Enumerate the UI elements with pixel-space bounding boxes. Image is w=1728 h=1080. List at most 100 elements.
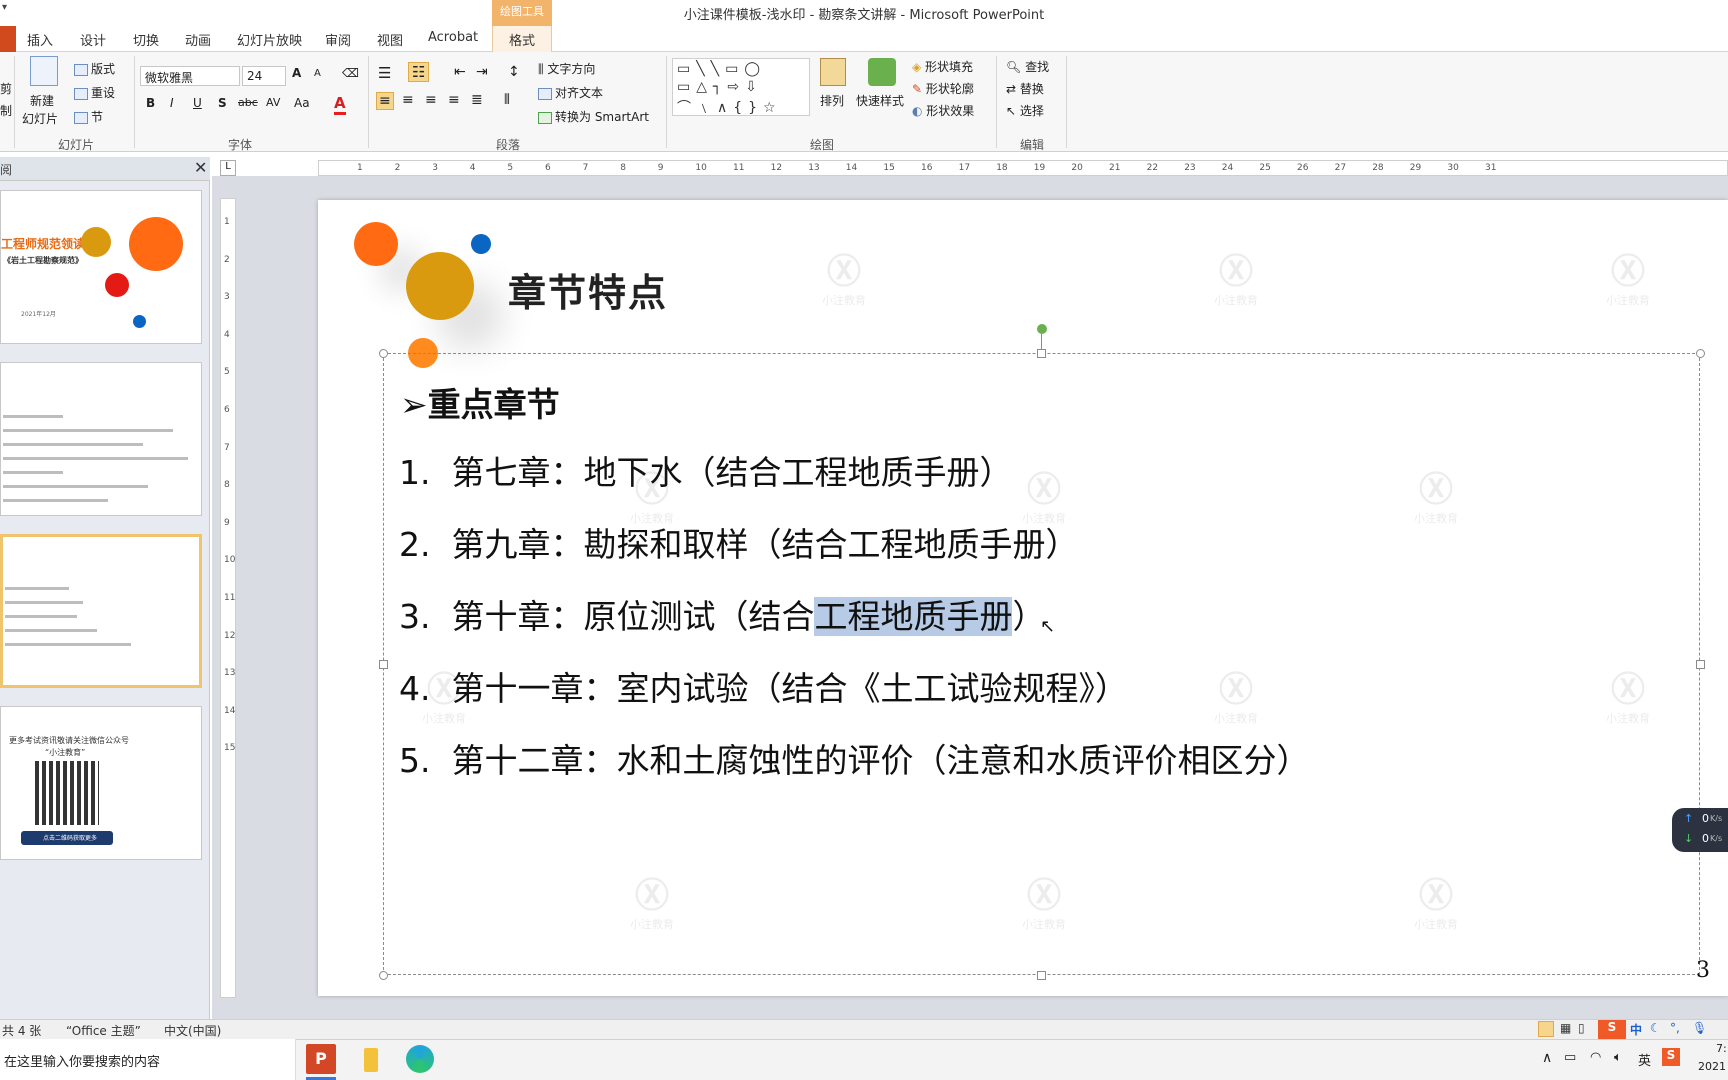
slide-thumbnail-4[interactable]: 更多考试资讯敬请关注微信公众号 “小注教育” 点击二维码获取更多	[0, 706, 202, 860]
sogou-tray-icon[interactable]: S	[1662, 1048, 1680, 1066]
slide-canvas[interactable]: Ⓧ 小注教育 Ⓧ 小注教育 Ⓧ 小注教育 Ⓧ 小注教育 Ⓧ 小注教育 Ⓧ 小注教育 Ⓧ 小注教…	[318, 200, 1728, 996]
theme-name[interactable]: “Office 主题”	[66, 1022, 141, 1039]
shrink-font-button[interactable]: A	[314, 68, 321, 79]
shape-effects-button[interactable]: 形状效果	[926, 104, 974, 118]
resize-handle[interactable]	[1696, 660, 1705, 669]
file-explorer-icon[interactable]	[364, 1048, 378, 1072]
change-case-button[interactable]: Aa	[294, 96, 310, 110]
clock-time[interactable]: 7:	[1716, 1042, 1727, 1055]
reading-view-icon[interactable]: ▯	[1578, 1021, 1585, 1035]
new-slide-dropdown[interactable]: 幻灯片	[22, 110, 58, 127]
bold-button[interactable]: B	[146, 96, 155, 110]
tab-format[interactable]: 格式	[509, 30, 535, 49]
slide-thumbnail-1[interactable]: 工程师规范领读 《岩土工程勘察规范》 2021年12月	[0, 190, 202, 344]
replace-button[interactable]: 替换	[1020, 82, 1044, 96]
strikethrough-button[interactable]: abc	[238, 96, 258, 109]
text-direction-button[interactable]: 文字方向	[547, 62, 595, 76]
resize-handle[interactable]	[379, 349, 388, 358]
ime-tray-icon[interactable]: 英	[1638, 1050, 1651, 1069]
clipboard-paste-label[interactable]: 制	[0, 102, 12, 119]
increase-indent-icon[interactable]: ⇥	[476, 64, 488, 80]
volume-icon[interactable]: 🔈︎	[1614, 1050, 1622, 1065]
distributed-icon[interactable]: ≣	[471, 92, 483, 108]
rotate-handle[interactable]	[1037, 324, 1047, 334]
close-pane-icon[interactable]: ✕	[194, 158, 207, 177]
quick-styles-button[interactable]: 快速样式	[856, 92, 904, 109]
align-center-icon[interactable]: ≡	[402, 92, 414, 108]
list-item[interactable]: 5. 第十二章：水和土腐蚀性的评价（注意和水质评价相区分）	[399, 734, 1309, 782]
smartart-button[interactable]: 转换为 SmartArt	[555, 110, 649, 124]
wifi-icon[interactable]: ◠	[1590, 1050, 1601, 1065]
file-tab[interactable]	[0, 26, 16, 52]
list-item[interactable]: 2. 第九章：勘探和取样（结合工程地质手册）	[399, 518, 1078, 566]
moon-icon[interactable]: ☾	[1650, 1021, 1661, 1035]
sogou-ime-icon[interactable]: S	[1598, 1020, 1626, 1040]
tab-slideshow[interactable]: 幻灯片放映	[237, 30, 302, 49]
resize-handle[interactable]	[379, 971, 388, 980]
pane-tab-label[interactable]: 阅	[0, 161, 12, 178]
tab-view[interactable]: 视图	[377, 30, 403, 49]
language-indicator[interactable]: 中文(中国)	[164, 1022, 221, 1039]
powerpoint-taskbar-icon[interactable]: P	[306, 1044, 336, 1074]
resize-handle[interactable]	[1037, 971, 1046, 980]
reset-button[interactable]: 重设	[91, 86, 115, 100]
layout-button[interactable]: 版式	[91, 62, 115, 76]
tab-design[interactable]: 设计	[80, 30, 106, 49]
shape-fill-button[interactable]: 形状填充	[925, 60, 973, 74]
punctuation-icon[interactable]: °,	[1670, 1021, 1680, 1035]
clear-format-icon[interactable]: ⌫	[342, 66, 359, 80]
battery-icon[interactable]: ▭	[1564, 1050, 1576, 1065]
columns-icon[interactable]: ⫴	[504, 92, 510, 108]
align-right-icon[interactable]: ≡	[425, 92, 437, 108]
new-slide-icon[interactable]	[30, 56, 58, 86]
text-shadow-button[interactable]: S	[218, 96, 227, 110]
slide-title[interactable]: 章节特点	[508, 262, 668, 317]
decrease-indent-icon[interactable]: ⇤	[454, 64, 466, 80]
align-text-button[interactable]: 对齐文本	[555, 86, 603, 100]
normal-view-icon[interactable]	[1538, 1021, 1554, 1037]
slide-thumbnail-3[interactable]	[0, 534, 202, 688]
underline-button[interactable]: U	[193, 96, 202, 110]
find-button[interactable]: 查找	[1025, 60, 1049, 74]
clock-date[interactable]: 2021	[1698, 1060, 1726, 1073]
select-button[interactable]: 选择	[1020, 104, 1044, 118]
resize-handle[interactable]	[1696, 349, 1705, 358]
arrange-icon[interactable]	[820, 58, 846, 86]
justify-icon[interactable]: ≡	[448, 92, 460, 108]
new-slide-button[interactable]: 新建	[30, 92, 54, 109]
bullet-heading[interactable]: ➢重点章节	[400, 378, 560, 426]
tab-review[interactable]: 审阅	[325, 30, 351, 49]
tray-chevron-icon[interactable]: ∧	[1542, 1050, 1552, 1066]
list-item[interactable]: 3. 第十章：原位测试（结合工程地质手册） ↖	[399, 590, 1055, 638]
microphone-icon[interactable]: 🎙︎	[1692, 1021, 1707, 1035]
slide-sorter-icon[interactable]: ▦	[1560, 1021, 1571, 1035]
taskbar-search-input[interactable]: 在这里输入你要搜索的内容	[0, 1039, 296, 1080]
slide-thumbnail-2[interactable]	[0, 362, 202, 516]
ime-mode[interactable]: 中	[1630, 1021, 1642, 1038]
arrange-button[interactable]: 排列	[820, 92, 844, 109]
grow-font-button[interactable]: A	[292, 66, 301, 80]
resize-handle[interactable]	[1037, 349, 1046, 358]
list-item[interactable]: 4. 第十一章：室内试验（结合《土工试验规程》）	[399, 662, 1128, 710]
tab-selector-icon[interactable]: L	[220, 160, 236, 176]
italic-button[interactable]: I	[170, 96, 174, 110]
align-left-icon[interactable]: ≡	[376, 92, 394, 110]
tab-insert[interactable]: 插入	[27, 30, 53, 49]
line-spacing-icon[interactable]: ↕	[508, 64, 520, 80]
tab-transitions[interactable]: 切换	[133, 30, 159, 49]
bullets-icon[interactable]: ☰	[378, 64, 391, 82]
edge-browser-icon[interactable]	[406, 1045, 434, 1073]
tab-animations[interactable]: 动画	[185, 30, 211, 49]
numbering-icon[interactable]: ☷	[408, 62, 430, 82]
quick-styles-icon[interactable]	[868, 58, 896, 86]
shapes-gallery[interactable]: ▭╲╲▭◯ ▭△┐⇨⇩ ⌒﹨∧{}☆	[672, 58, 810, 116]
resize-handle[interactable]	[379, 660, 388, 669]
section-button[interactable]: 节	[91, 110, 103, 124]
list-item[interactable]: 1. 第七章：地下水（结合工程地质手册）	[399, 446, 1012, 494]
font-name-combo[interactable]: 微软雅黑	[140, 66, 240, 86]
shape-outline-button[interactable]: 形状轮廓	[926, 82, 974, 96]
clipboard-cut-label[interactable]: 剪	[0, 80, 12, 97]
tab-acrobat[interactable]: Acrobat	[428, 30, 478, 45]
char-spacing-button[interactable]: AV	[266, 96, 280, 109]
font-size-combo[interactable]: 24	[242, 66, 286, 86]
